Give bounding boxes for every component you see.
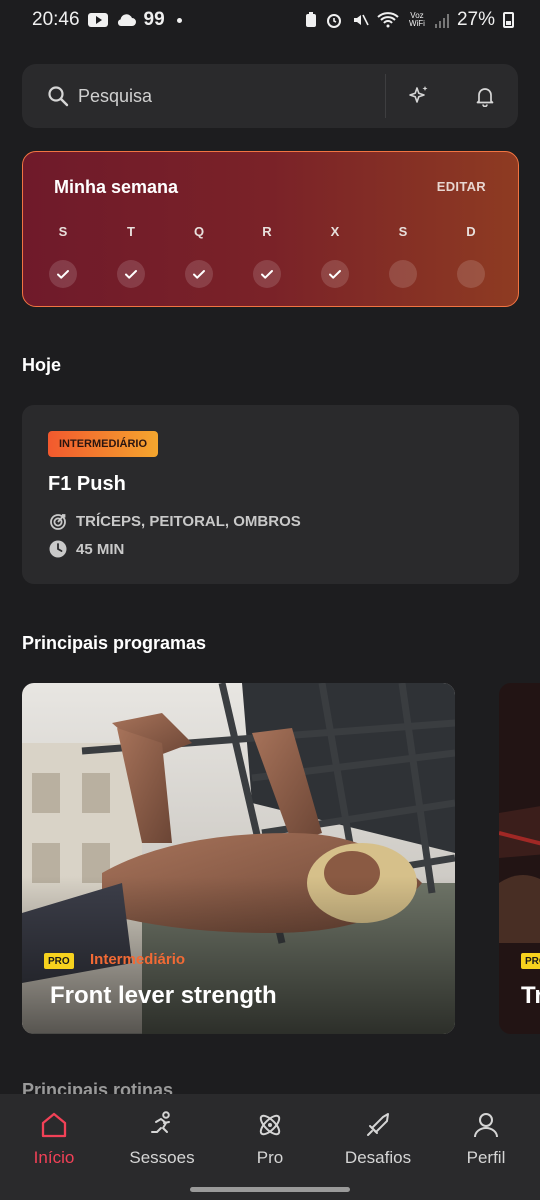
day-empty-circle — [457, 260, 485, 288]
nav-label: Início — [33, 1148, 75, 1167]
battery-percent: 27% — [456, 9, 495, 30]
running-icon — [151, 1111, 170, 1133]
dot-icon — [176, 17, 182, 23]
day-label: R — [262, 224, 272, 239]
check-icon — [193, 270, 205, 279]
cloud-icon — [117, 14, 136, 26]
check-icon — [125, 270, 137, 279]
day-2: Q — [185, 224, 213, 288]
day-check-circle — [253, 260, 281, 288]
bottom-nav: Início Sessoes Pro Desafios Perfil — [0, 1094, 540, 1200]
sword-icon — [367, 1113, 389, 1136]
nav-item-sessoes[interactable]: Sessoes — [108, 1094, 216, 1200]
notification-count: 99 — [143, 9, 165, 30]
nav-item-inicio[interactable]: Início — [0, 1094, 108, 1200]
day-check-circle — [117, 260, 145, 288]
check-icon — [329, 270, 341, 279]
nav-label: Sessoes — [129, 1148, 195, 1167]
day-label: X — [330, 224, 340, 239]
pro-badge: PRO — [521, 953, 540, 969]
week-edit-button[interactable]: EDITAR — [437, 179, 486, 194]
nav-item-perfil[interactable]: Perfil — [432, 1094, 540, 1200]
muscles-row: TRÍCEPS, PEITORAL, OMBROS — [48, 511, 301, 531]
target-icon — [50, 514, 66, 530]
day-6: D — [457, 224, 485, 288]
day-4: X — [321, 224, 349, 288]
day-label: Q — [193, 224, 205, 239]
duration-text: 45 MIN — [76, 540, 125, 558]
person-icon — [474, 1113, 498, 1138]
clock-icon — [49, 540, 67, 558]
search-input[interactable] — [78, 85, 385, 107]
program-level: Intermediário — [90, 951, 186, 968]
week-title: Minha semana — [54, 177, 179, 197]
voz-wifi-label: Voz WiFi — [408, 11, 425, 28]
day-check-circle — [185, 260, 213, 288]
search-bar — [22, 64, 518, 128]
workout-title: F1 Push — [48, 473, 126, 495]
program-card[interactable]: PRO Intermediário Front lever strength — [22, 683, 455, 1034]
program-title: Tr — [521, 982, 540, 1009]
search-icon — [46, 84, 70, 108]
nav-item-pro[interactable]: Pro — [216, 1094, 324, 1200]
ai-sparkle-button[interactable] — [386, 64, 452, 128]
battery-icon — [503, 12, 514, 28]
duration-row: 45 MIN — [48, 539, 124, 559]
day-3: R — [253, 224, 281, 288]
nav-label: Perfil — [466, 1148, 506, 1167]
status-time: 20:46 — [32, 9, 80, 30]
youtube-icon — [87, 13, 108, 27]
day-1: T — [117, 224, 145, 288]
battery-saver-icon — [305, 12, 316, 27]
mute-icon — [353, 14, 369, 26]
today-section-title: Hoje — [22, 355, 62, 375]
home-icon — [41, 1112, 67, 1138]
home-indicator[interactable] — [190, 1187, 350, 1192]
day-label: S — [398, 224, 408, 239]
day-check-circle — [321, 260, 349, 288]
wifi-icon — [377, 12, 399, 28]
program-card[interactable]: PRO Tr — [499, 683, 540, 1034]
programs-section-title: Principais programas — [22, 633, 207, 653]
atom-icon — [259, 1114, 281, 1136]
week-days: S T Q R X S D — [49, 224, 485, 288]
check-icon — [57, 270, 69, 279]
notifications-button[interactable] — [452, 64, 518, 128]
day-check-circle — [49, 260, 77, 288]
today-workout-card[interactable]: INTERMEDIÁRIO F1 Push TRÍCEPS, PEITORAL,… — [22, 405, 519, 584]
day-empty-circle — [389, 260, 417, 288]
week-card[interactable]: Minha semana EDITAR S T Q R X S D — [22, 151, 519, 307]
check-icon — [261, 270, 273, 279]
nav-item-desafios[interactable]: Desafios — [324, 1094, 432, 1200]
sparkle-icon — [409, 86, 428, 103]
status-bar: 20:46 99 Voz WiFi 27% — [0, 0, 540, 40]
day-5: S — [389, 224, 417, 288]
signal-icon — [434, 12, 449, 28]
bell-icon — [476, 88, 494, 107]
muscles-text: TRÍCEPS, PEITORAL, OMBROS — [76, 512, 301, 530]
nav-label: Pro — [256, 1148, 284, 1167]
level-badge: INTERMEDIÁRIO — [48, 431, 158, 457]
day-label: S — [58, 224, 68, 239]
alarm-icon — [326, 14, 341, 28]
pro-badge: PRO — [44, 953, 74, 969]
day-label: T — [127, 224, 135, 239]
day-label: D — [466, 224, 476, 239]
nav-label: Desafios — [344, 1148, 412, 1167]
program-title: Front lever strength — [50, 982, 277, 1009]
day-0: S — [49, 224, 77, 288]
